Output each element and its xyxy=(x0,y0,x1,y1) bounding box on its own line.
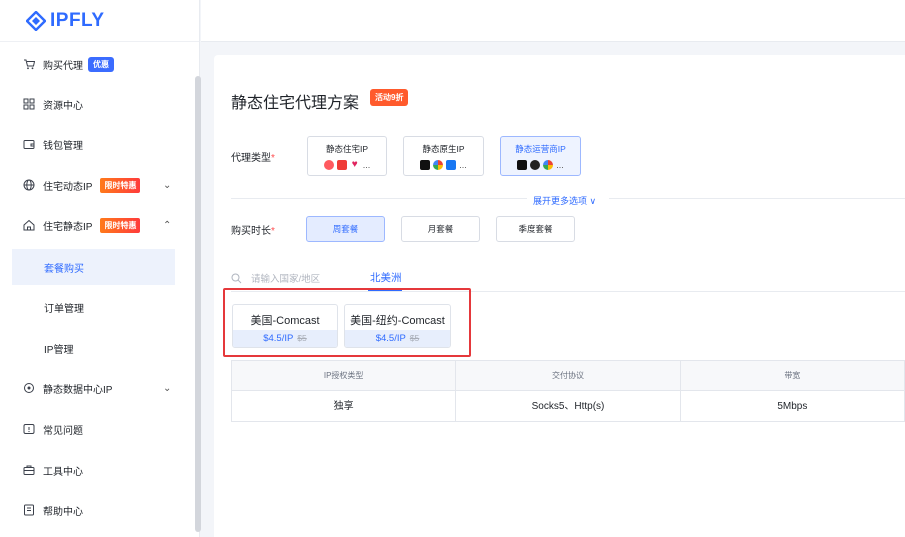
column-header: 交付协议 xyxy=(456,361,681,390)
search-input[interactable]: 请输入国家/地区 xyxy=(251,271,320,285)
plan-name: 美国-纽约-Comcast xyxy=(350,315,445,327)
sidebar-item-label: 购买代理 xyxy=(43,60,83,72)
proxy-type-static-native[interactable]: 静态原生IP ... xyxy=(403,136,484,176)
sidebar-item-label: 钱包管理 xyxy=(43,140,83,152)
toolbox-icon xyxy=(23,465,35,475)
divider xyxy=(231,198,527,199)
plan-card-us-comcast[interactable]: 美国-Comcast $4.5/IP $5 xyxy=(232,304,338,348)
tab-north-america[interactable]: 北美洲 xyxy=(370,270,402,285)
app-logo-icon xyxy=(336,160,347,170)
column-header: IP授权类型 xyxy=(232,361,457,390)
plan-price: $4.5/IP $5 xyxy=(345,330,450,347)
sidebar-item-buy-proxy[interactable]: 购买代理 优惠 xyxy=(0,46,190,82)
sidebar-scrollbar[interactable] xyxy=(195,76,201,532)
sidebar-item-label: 工具中心 xyxy=(43,466,83,478)
limited-offer-badge: 限时特惠 xyxy=(100,217,141,233)
column-header: 带宽 xyxy=(784,371,801,380)
sidebar-item-label: 资源中心 xyxy=(43,100,83,112)
faq-icon xyxy=(23,424,35,434)
sidebar-item-residential-dynamic-ip[interactable]: 住宅动态IP 限时特惠 ⌄ xyxy=(0,167,190,203)
proxy-type-name: 静态住宅IP xyxy=(325,144,369,154)
tiktok-icon xyxy=(420,160,431,170)
tiktok-icon xyxy=(517,160,528,170)
top-bar xyxy=(201,0,905,42)
globe-icon xyxy=(23,179,35,191)
app-logo-icon xyxy=(323,160,334,170)
cart-icon xyxy=(24,59,35,70)
search-icon xyxy=(231,273,242,283)
sidebar-item-resource-center[interactable]: 资源中心 xyxy=(0,86,190,122)
table-header-row: IP授权类型 交付协议 带宽 xyxy=(232,361,904,391)
duration-label: 购买时长* xyxy=(231,226,275,237)
sidebar-item-label: 住宅动态IP xyxy=(43,181,93,193)
limited-offer-badge: 限时特惠 xyxy=(100,177,141,193)
spec-table: IP授权类型 交付协议 带宽 独享 Socks5、Http(s) 5Mbps xyxy=(231,360,905,422)
datacenter-icon xyxy=(24,383,34,393)
sidebar: IPFLY 购买代理 优惠 资源中心 钱包管理 住宅动态IP 限时特惠 ⌄ 住宅… xyxy=(0,0,201,537)
proxy-type-name: 静态原生IP xyxy=(422,144,465,154)
facebook-icon xyxy=(446,160,457,170)
plan-price: $4.5/IP $5 xyxy=(233,330,337,347)
sidebar-subitem-order-management[interactable]: 订单管理 xyxy=(0,289,190,325)
table-cell: 5Mbps xyxy=(777,401,808,412)
discount-badge: 优惠 xyxy=(88,56,114,72)
sidebar-item-wallet[interactable]: 钱包管理 xyxy=(0,126,190,162)
plan-card-us-newyork-comcast[interactable]: 美国-纽约-Comcast $4.5/IP $5 xyxy=(344,304,451,348)
google-icon xyxy=(543,160,554,170)
home-icon xyxy=(23,219,35,231)
brand-name: IPFLY xyxy=(50,9,105,31)
sidebar-subitem-package-purchase[interactable]: 套餐购买 xyxy=(12,249,175,285)
google-icon xyxy=(433,160,444,170)
sidebar-item-help-center[interactable]: 帮助中心 xyxy=(0,492,190,528)
proxy-type-label: 代理类型* xyxy=(231,153,275,164)
sidebar-subitem-label: 套餐购买 xyxy=(44,263,84,275)
divider xyxy=(609,198,905,199)
sidebar-item-label: 住宅静态IP xyxy=(43,221,93,233)
ipfly-logo-icon xyxy=(26,10,46,31)
app-logo-icon xyxy=(530,160,541,170)
duration-monthly-button[interactable]: 月套餐 xyxy=(401,216,480,242)
sidebar-subitem-label: 订单管理 xyxy=(44,303,84,315)
original-price: $5 xyxy=(409,333,420,343)
sidebar-item-label: 帮助中心 xyxy=(43,506,83,518)
table-cell: Socks5、Http(s) xyxy=(456,391,681,422)
sidebar-item-tool-center[interactable]: 工具中心 xyxy=(0,452,190,488)
brand-logo[interactable]: IPFLY xyxy=(0,0,199,42)
table-cell: 独享 xyxy=(232,391,457,422)
sidebar-item-label: 常见问题 xyxy=(43,425,83,437)
sidebar-item-static-datacenter-ip[interactable]: 静态数据中心IP ⌄ xyxy=(0,370,190,406)
chevron-down-icon[interactable]: ⌄ xyxy=(163,383,171,394)
sidebar-item-faq[interactable]: 常见问题 xyxy=(0,411,190,447)
sidebar-subitem-ip-management[interactable]: IP管理 xyxy=(0,330,190,366)
proxy-type-static-residential[interactable]: 静态住宅IP ♥ ... xyxy=(307,136,387,176)
sidebar-item-residential-static-ip[interactable]: 住宅静态IP 限时特惠 ⌃ xyxy=(0,207,190,243)
sidebar-subitem-label: IP管理 xyxy=(44,344,74,356)
table-row: 独享 Socks5、Http(s) 5Mbps xyxy=(232,391,904,422)
expand-more-options-link[interactable]: 展开更多选项 ∨ xyxy=(533,194,596,207)
region-search[interactable]: 请输入国家/地区 xyxy=(231,271,320,285)
book-icon xyxy=(24,504,34,516)
sidebar-item-label: 静态数据中心IP xyxy=(43,384,113,396)
chevron-down-icon[interactable]: ⌄ xyxy=(163,180,171,191)
duration-quarterly-button[interactable]: 季度套餐 xyxy=(496,216,575,242)
original-price: $5 xyxy=(297,333,307,343)
proxy-type-name: 静态运营商IP xyxy=(515,144,566,154)
heart-icon: ♥ xyxy=(351,159,358,170)
plan-name: 美国-Comcast xyxy=(250,315,320,327)
grid-icon xyxy=(23,98,35,110)
promo-badge: 活动9折 xyxy=(370,89,409,106)
chevron-up-icon[interactable]: ⌃ xyxy=(163,220,171,231)
duration-weekly-button[interactable]: 周套餐 xyxy=(306,216,385,242)
proxy-type-static-isp[interactable]: 静态运营商IP ... xyxy=(500,136,581,176)
wallet-icon xyxy=(23,140,35,149)
page-title: 静态住宅代理方案 xyxy=(231,95,360,112)
